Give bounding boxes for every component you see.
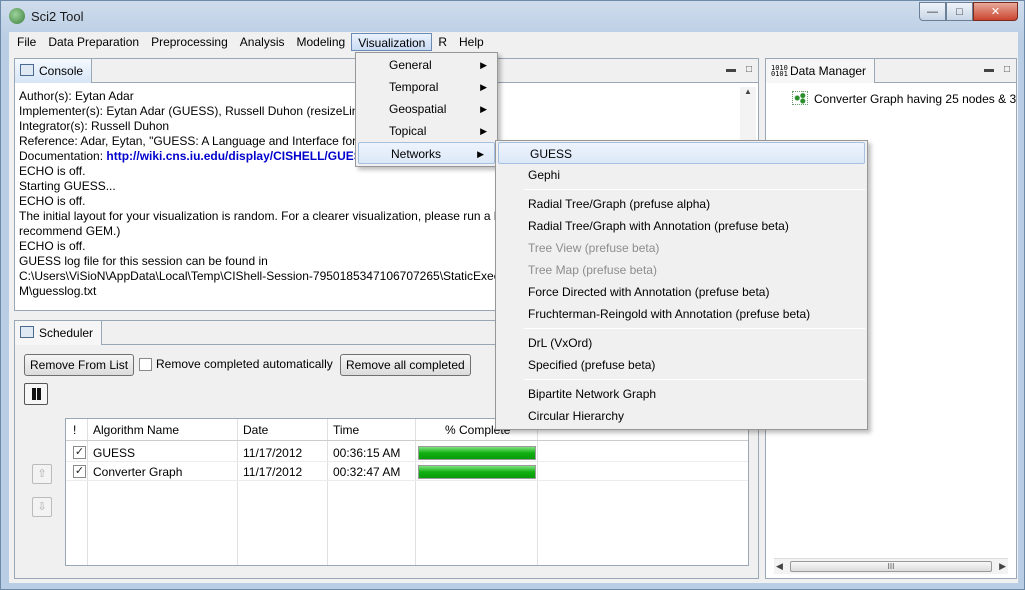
move-down-icon[interactable]: ⇩ bbox=[32, 497, 52, 517]
row-checkbox[interactable]: ✓ bbox=[73, 465, 86, 478]
menu-visualization[interactable]: Visualization bbox=[351, 33, 433, 51]
menu-item-topical[interactable]: Topical ▶ bbox=[356, 120, 497, 142]
row-checkbox[interactable]: ✓ bbox=[73, 446, 86, 459]
menu-item-geospatial[interactable]: Geospatial ▶ bbox=[356, 98, 497, 120]
binary-data-icon: 1010 0101 bbox=[771, 64, 788, 78]
maximize-panel-icon[interactable]: □ bbox=[1004, 64, 1010, 75]
menu-item-bipartite-network-graph[interactable]: Bipartite Network Graph bbox=[496, 383, 867, 405]
menubar: File Data Preparation Preprocessing Anal… bbox=[9, 32, 1018, 52]
scroll-thumb[interactable]: III bbox=[790, 561, 992, 572]
menu-data-preparation[interactable]: Data Preparation bbox=[42, 33, 145, 51]
minimize-panel-icon[interactable]: ▬ bbox=[726, 64, 736, 75]
progress-bar bbox=[418, 465, 536, 479]
minimize-panel-icon[interactable]: ▬ bbox=[984, 64, 994, 75]
menu-preprocessing[interactable]: Preprocessing bbox=[145, 33, 234, 51]
scroll-right-icon[interactable]: ▶ bbox=[999, 561, 1006, 572]
menu-item-force-directed-with-annotation-prefuse-beta[interactable]: Force Directed with Annotation (prefuse … bbox=[496, 281, 867, 303]
remove-from-list-button[interactable]: Remove From List bbox=[24, 354, 135, 376]
pause-button[interactable] bbox=[24, 383, 48, 405]
submenu-arrow-icon: ▶ bbox=[480, 60, 487, 70]
scheduler-icon bbox=[20, 326, 34, 338]
submenu-arrow-icon: ▶ bbox=[480, 126, 487, 136]
menu-separator bbox=[524, 189, 865, 190]
menu-item-drl-vxord[interactable]: DrL (VxOrd) bbox=[496, 332, 867, 354]
menu-separator bbox=[524, 328, 865, 329]
tab-console[interactable]: Console bbox=[15, 59, 93, 83]
menu-item-general[interactable]: General ▶ bbox=[356, 54, 497, 76]
menu-analysis[interactable]: Analysis bbox=[234, 33, 291, 51]
scroll-up-icon[interactable]: ▲ bbox=[740, 87, 756, 96]
menu-item-specified-prefuse-beta[interactable]: Specified (prefuse beta) bbox=[496, 354, 867, 376]
visualization-menu: General ▶ Temporal ▶ Geospatial ▶ Topical ▶ … bbox=[355, 52, 498, 167]
move-up-icon[interactable]: ⇧ bbox=[32, 464, 52, 484]
table-row[interactable]: ✓ GUESS 11/17/2012 00:36:15 AM bbox=[66, 443, 748, 462]
menu-item-circular-hierarchy[interactable]: Circular Hierarchy bbox=[496, 405, 867, 427]
menu-item-radial-tree-graph-with-annotation-prefuse-beta[interactable]: Radial Tree/Graph with Annotation (prefu… bbox=[496, 215, 867, 237]
console-icon bbox=[20, 64, 34, 76]
title-bar: Sci2 Tool — □ ✕ bbox=[1, 1, 1024, 31]
menu-item-temporal[interactable]: Temporal ▶ bbox=[356, 76, 497, 98]
submenu-arrow-icon: ▶ bbox=[480, 82, 487, 92]
remove-completed-auto-label: Remove completed automatically bbox=[156, 357, 333, 371]
menu-modeling[interactable]: Modeling bbox=[290, 33, 351, 51]
maximize-button[interactable]: □ bbox=[946, 2, 973, 21]
close-button[interactable]: ✕ bbox=[973, 2, 1018, 21]
maximize-panel-icon[interactable]: □ bbox=[746, 64, 752, 75]
network-graph-icon bbox=[792, 91, 808, 105]
scroll-left-icon[interactable]: ◀ bbox=[776, 561, 783, 572]
scheduler-table: ! Algorithm Name Date Time % Complete ✓ … bbox=[65, 418, 749, 566]
data-item[interactable]: Converter Graph having 25 nodes & 3 bbox=[792, 91, 1016, 106]
minimize-button[interactable]: — bbox=[919, 2, 946, 21]
documentation-link[interactable]: http://wiki.cns.iu.edu/display/CISHELL/G… bbox=[106, 149, 369, 163]
networks-submenu: GUESS Gephi Radial Tree/Graph (prefuse alp… bbox=[495, 140, 868, 430]
menu-file[interactable]: File bbox=[11, 33, 42, 51]
menu-separator bbox=[524, 379, 865, 380]
data-manager-scrollbar[interactable]: ◀ III ▶ bbox=[774, 558, 1008, 574]
window-title: Sci2 Tool bbox=[31, 9, 84, 24]
sci2-app-icon bbox=[9, 8, 25, 24]
menu-help[interactable]: Help bbox=[453, 33, 490, 51]
menu-item-guess[interactable]: GUESS bbox=[498, 142, 865, 164]
app-window: Sci2 Tool — □ ✕ File Data Preparation Pr… bbox=[0, 0, 1025, 590]
menu-item-gephi[interactable]: Gephi bbox=[496, 164, 867, 186]
progress-bar bbox=[418, 446, 536, 460]
menu-item-tree-view-prefuse-beta: Tree View (prefuse beta) bbox=[528, 241, 660, 255]
menu-item-fruchterman-reingold-with-annotation-prefuse-beta[interactable]: Fruchterman-Reingold with Annotation (pr… bbox=[496, 303, 867, 325]
remove-completed-auto-checkbox[interactable] bbox=[139, 358, 152, 371]
menu-item-tree-map-prefuse-beta: Tree Map (prefuse beta) bbox=[528, 263, 657, 277]
menu-item-radial-tree-graph-prefuse-alpha[interactable]: Radial Tree/Graph (prefuse alpha) bbox=[496, 193, 867, 215]
table-row[interactable]: ✓ Converter Graph 11/17/2012 00:32:47 AM bbox=[66, 462, 748, 481]
remove-all-completed-button[interactable]: Remove all completed bbox=[340, 354, 471, 376]
tab-data-manager[interactable]: 1010 0101 Data Manager bbox=[766, 59, 876, 83]
submenu-arrow-icon: ▶ bbox=[480, 104, 487, 114]
menu-item-networks[interactable]: Networks ▶ bbox=[358, 142, 495, 164]
menu-r[interactable]: R bbox=[432, 33, 453, 51]
tab-scheduler[interactable]: Scheduler bbox=[15, 321, 103, 345]
submenu-arrow-icon: ▶ bbox=[477, 149, 484, 159]
